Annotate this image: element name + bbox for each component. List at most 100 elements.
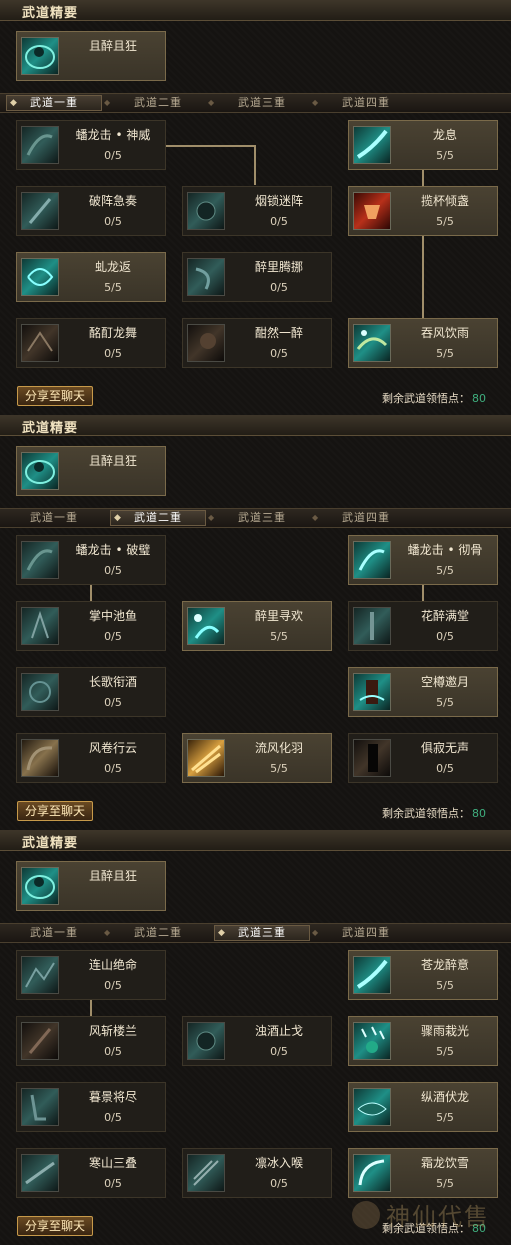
skill-node[interactable]: 浊酒止戈 0/5 (182, 1016, 332, 1066)
skill-node[interactable]: 蟠龙击 • 破璧 0/5 (16, 535, 166, 585)
essence-skill[interactable]: 且醉且狂 (16, 31, 166, 81)
skill-level: 0/5 (104, 762, 122, 775)
skill-node[interactable]: 风卷行云 0/5 (16, 733, 166, 783)
skill-node[interactable]: 花醉满堂 0/5 (348, 601, 498, 651)
mascot-seal-icon (352, 1201, 380, 1229)
skill-node[interactable]: 空樽邀月 5/5 (348, 667, 498, 717)
section-title: 武道精要 (22, 836, 79, 851)
palm-icon (21, 607, 59, 645)
skill-level: 0/5 (436, 630, 454, 643)
skill-node[interactable]: 暮景将尽 0/5 (16, 1082, 166, 1132)
skill-level: 0/5 (104, 149, 122, 162)
skill-node[interactable]: 揽杯倾盏 5/5 (348, 186, 498, 236)
skill-level: 0/5 (104, 215, 122, 228)
skill-node[interactable]: 连山绝命 0/5 (16, 950, 166, 1000)
skill-name: 醉里寻欢 (254, 609, 303, 623)
remaining-points-value: 80 (472, 392, 486, 405)
essence-name: 且醉且狂 (88, 39, 137, 53)
skill-name: 骤雨栽光 (420, 1024, 469, 1038)
tab-tier-4[interactable]: ◆ 武道四重 (312, 925, 414, 941)
skill-node[interactable]: 苍龙醉意 5/5 (348, 950, 498, 1000)
share-to-chat-button[interactable]: 分享至聊天 (17, 801, 93, 821)
dragon-return-icon (21, 258, 59, 296)
wind-rain-icon (353, 324, 391, 362)
skill-node[interactable]: 流风化羽 5/5 (182, 733, 332, 783)
tab-tier-4[interactable]: ◆ 武道四重 (312, 510, 414, 526)
blade-icon (21, 192, 59, 230)
remaining-points: 剩余武道领悟点： 80 (382, 807, 486, 820)
skill-node[interactable]: 醉里腾挪 0/5 (182, 252, 332, 302)
skill-level: 0/5 (270, 1177, 288, 1190)
skill-name: 醉里腾挪 (254, 260, 303, 274)
skill-node[interactable]: 酩酊龙舞 0/5 (16, 318, 166, 368)
mountain-strike-icon (21, 956, 59, 994)
skill-name: 寒山三叠 (88, 1156, 137, 1170)
tab-tier-2[interactable]: ◆ 武道二重 (104, 925, 206, 941)
skill-name: 蟠龙击 • 神威 (75, 128, 151, 142)
skill-name: 破阵急奏 (88, 194, 137, 208)
skill-panel-1: 武道精要 且醉且狂 ◆ 武道一重 ◆ 武道二重 ◆ 武道三重 ◆ 武道四重 蟠龙击 • … (0, 0, 511, 414)
skill-level: 5/5 (104, 281, 122, 294)
skill-level: 0/5 (104, 1045, 122, 1058)
skill-node[interactable]: 长歌衔酒 0/5 (16, 667, 166, 717)
skill-node[interactable]: 龙息 5/5 (348, 120, 498, 170)
moon-cup-icon (353, 673, 391, 711)
skill-name: 掌中池鱼 (88, 609, 137, 623)
skill-node[interactable]: 醉里寻欢 5/5 (182, 601, 332, 651)
skill-node[interactable]: 纵酒伏龙 5/5 (348, 1082, 498, 1132)
tab-tier-1[interactable]: 武道一重 (6, 510, 102, 526)
skill-level: 0/5 (270, 215, 288, 228)
tab-tier-1[interactable]: 武道一重 (6, 925, 102, 941)
skill-level: 0/5 (104, 630, 122, 643)
drunk-warrior-icon (21, 867, 59, 905)
share-to-chat-button[interactable]: 分享至聊天 (17, 1216, 93, 1236)
tab-tier-2[interactable]: ◆ 武道二重 (104, 95, 206, 111)
skill-name: 虬龙返 (94, 260, 131, 274)
skill-node[interactable]: 霜龙饮雪 5/5 (348, 1148, 498, 1198)
skill-node[interactable]: 蟠龙击 • 彻骨 5/5 (348, 535, 498, 585)
skill-name: 长歌衔酒 (88, 675, 137, 689)
skill-name: 龙息 (432, 128, 457, 142)
section-title: 武道精要 (22, 6, 79, 21)
skill-node[interactable]: 酣然一醉 0/5 (182, 318, 332, 368)
skill-level: 0/5 (104, 979, 122, 992)
skill-node[interactable]: 破阵急奏 0/5 (16, 186, 166, 236)
essence-skill[interactable]: 且醉且狂 (16, 861, 166, 911)
remaining-points-value: 80 (472, 807, 486, 820)
essence-skill[interactable]: 且醉且狂 (16, 446, 166, 496)
tab-tier-3[interactable]: ◆ 武道三重 (214, 925, 310, 941)
skill-node[interactable]: 吞风饮雨 5/5 (348, 318, 498, 368)
dragon-strike-icon (21, 541, 59, 579)
wine-halt-icon (187, 1022, 225, 1060)
revelry-icon (187, 607, 225, 645)
skill-name: 连山绝命 (88, 958, 137, 972)
skill-name: 蟠龙击 • 破璧 (75, 543, 151, 557)
skill-node[interactable]: 凛冰入喉 0/5 (182, 1148, 332, 1198)
frost-dragon-icon (353, 1154, 391, 1192)
skill-node[interactable]: 虬龙返 5/5 (16, 252, 166, 302)
tab-tier-2[interactable]: ◆ 武道二重 (110, 510, 206, 526)
tab-tier-4[interactable]: ◆ 武道四重 (312, 95, 414, 111)
tab-tier-3[interactable]: ◆ 武道三重 (208, 510, 310, 526)
skill-level: 5/5 (436, 1045, 454, 1058)
skill-name: 俱寂无声 (420, 741, 469, 755)
skill-node[interactable]: 烟锁迷阵 0/5 (182, 186, 332, 236)
dodge-icon (187, 258, 225, 296)
skill-level: 0/5 (104, 1177, 122, 1190)
skill-level: 0/5 (104, 347, 122, 360)
tab-tier-1[interactable]: ◆ 武道一重 (6, 95, 102, 111)
tab-tier-3[interactable]: ◆ 武道三重 (208, 95, 310, 111)
skill-level: 5/5 (270, 762, 288, 775)
skill-node[interactable]: 骤雨栽光 5/5 (348, 1016, 498, 1066)
skill-node[interactable]: 蟠龙击 • 神威 0/5 (16, 120, 166, 170)
skill-node[interactable]: 风斩楼兰 0/5 (16, 1016, 166, 1066)
skill-node[interactable]: 寒山三叠 0/5 (16, 1148, 166, 1198)
section-title: 武道精要 (22, 421, 79, 436)
skill-level: 5/5 (436, 696, 454, 709)
skill-name: 纵酒伏龙 (420, 1090, 469, 1104)
skill-node[interactable]: 俱寂无声 0/5 (348, 733, 498, 783)
skill-name: 花醉满堂 (420, 609, 469, 623)
skill-node[interactable]: 掌中池鱼 0/5 (16, 601, 166, 651)
section-header: 武道精要 (0, 830, 511, 851)
share-to-chat-button[interactable]: 分享至聊天 (17, 386, 93, 406)
